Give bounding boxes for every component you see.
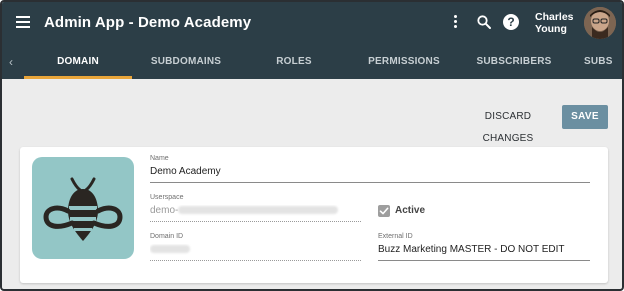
- redacted-block: [150, 245, 190, 254]
- app-bar: Admin App - Demo Academy ? Charles Young: [2, 2, 622, 47]
- userspace-field: Userspace demo-: [150, 194, 361, 222]
- name-label: Name: [150, 155, 169, 162]
- app-title: Admin App - Demo Academy: [44, 14, 252, 31]
- userspace-value: demo-: [150, 205, 361, 219]
- domain-logo[interactable]: [32, 157, 134, 259]
- help-icon[interactable]: ?: [503, 14, 519, 30]
- tab-subscribers[interactable]: SUBSCRIBERS: [460, 47, 568, 79]
- tab-subs[interactable]: SUBS: [574, 47, 622, 79]
- domain-id-value: [150, 244, 361, 258]
- domain-card: Name Demo Academy Userspace demo- Domain…: [20, 147, 608, 283]
- tab-roles[interactable]: ROLES: [240, 47, 348, 79]
- external-id-input[interactable]: Buzz Marketing MASTER - DO NOT EDIT: [378, 244, 590, 258]
- redacted-block: [178, 206, 339, 215]
- avatar[interactable]: [584, 7, 616, 39]
- userspace-text: demo-: [150, 205, 179, 216]
- more-vert-icon[interactable]: [452, 15, 458, 31]
- external-id-underline: [378, 260, 590, 261]
- active-label: Active: [395, 205, 426, 216]
- tab-domain[interactable]: DOMAIN: [24, 47, 132, 79]
- userspace-underline: [150, 221, 361, 222]
- checkmark-icon: [379, 207, 389, 215]
- domain-id-underline: [150, 260, 361, 261]
- user-name[interactable]: Charles Young: [535, 11, 579, 35]
- domain-id-label: Domain ID: [150, 233, 184, 240]
- external-id-label: External ID: [378, 233, 413, 240]
- name-underline: [150, 182, 590, 183]
- search-icon[interactable]: [476, 14, 492, 30]
- bee-logo-icon: [43, 177, 123, 241]
- active-tab-indicator: [24, 76, 132, 79]
- external-id-field[interactable]: External ID Buzz Marketing MASTER - DO N…: [378, 233, 590, 261]
- save-button[interactable]: SAVE: [562, 105, 608, 129]
- name-input[interactable]: Demo Academy: [150, 166, 590, 180]
- active-checkbox[interactable]: [378, 205, 390, 217]
- hamburger-menu-icon[interactable]: [16, 16, 30, 28]
- tab-subdomains[interactable]: SUBDOMAINS: [132, 47, 240, 79]
- tab-permissions[interactable]: PERMISSIONS: [348, 47, 460, 79]
- tab-scroll-left-icon[interactable]: ‹: [2, 47, 20, 79]
- name-field[interactable]: Name Demo Academy: [150, 155, 590, 183]
- domain-id-field: Domain ID: [150, 233, 361, 261]
- discard-changes-button[interactable]: DISCARD CHANGES: [458, 106, 558, 144]
- tab-bar: ‹ DOMAIN SUBDOMAINS ROLES PERMISSIONS SU…: [2, 47, 622, 79]
- userspace-label: Userspace: [150, 194, 184, 201]
- app-window: Admin App - Demo Academy ? Charles Young…: [0, 0, 624, 291]
